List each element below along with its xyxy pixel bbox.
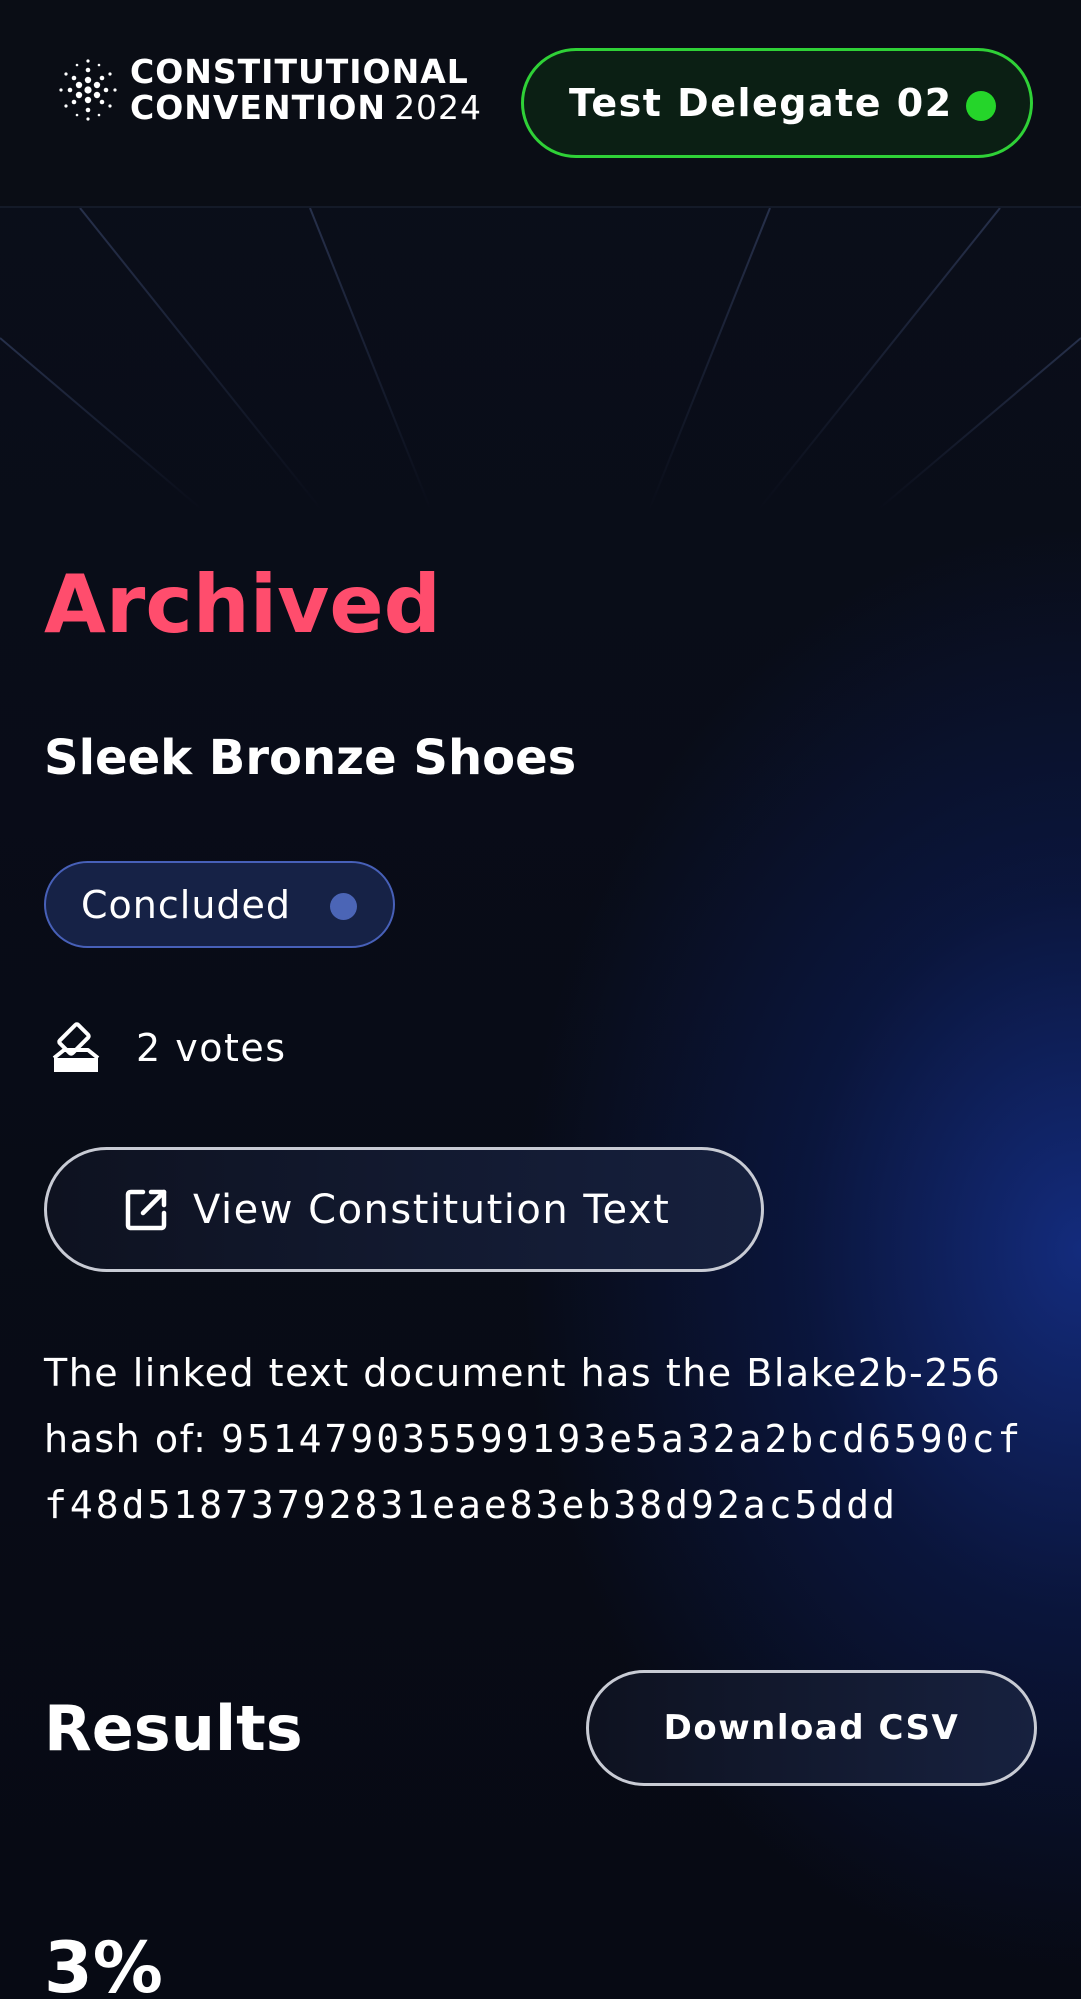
- status-badge-label: Concluded: [81, 882, 292, 927]
- logo-line-2-bold: CONVENTION: [130, 88, 387, 127]
- ballot-box-icon: [52, 1022, 100, 1072]
- external-link-icon: [125, 1189, 167, 1230]
- document-hash-info: The linked text document has the Blake2b…: [44, 1340, 1034, 1538]
- results-heading: Results: [44, 1692, 303, 1765]
- status-heading: Archived: [44, 558, 441, 651]
- connected-status-dot: [966, 91, 996, 121]
- votes-count: 2 votes: [48, 1020, 287, 1076]
- result-percentage: 3%: [44, 1927, 163, 1999]
- logo-year: 2024: [394, 88, 483, 127]
- proposal-title: Sleek Bronze Shoes: [44, 730, 577, 786]
- top-header: CONSTITUTIONAL CONVENTION 2024 Test Deleg…: [0, 0, 1081, 208]
- logo-line-2: CONVENTION 2024: [130, 90, 482, 126]
- logo-line-1: CONSTITUTIONAL: [130, 52, 469, 91]
- delegate-name: Test Delegate 02: [569, 81, 953, 125]
- grid-decoration: [0, 208, 1081, 508]
- delegate-account-button[interactable]: Test Delegate 02: [521, 48, 1033, 158]
- votes-text: 2 votes: [136, 1026, 287, 1070]
- download-csv-button[interactable]: Download CSV: [586, 1670, 1037, 1786]
- download-csv-label: Download CSV: [663, 1708, 960, 1748]
- cardano-logo-icon: [59, 59, 117, 121]
- view-constitution-text-label: View Constitution Text: [193, 1186, 671, 1233]
- convention-logo[interactable]: CONSTITUTIONAL CONVENTION 2024: [52, 54, 482, 126]
- status-badge: Concluded: [44, 861, 395, 948]
- logo-wordmark: CONSTITUTIONAL CONVENTION 2024: [130, 54, 482, 126]
- view-constitution-text-button[interactable]: View Constitution Text: [44, 1147, 764, 1272]
- status-badge-dot: [330, 893, 357, 920]
